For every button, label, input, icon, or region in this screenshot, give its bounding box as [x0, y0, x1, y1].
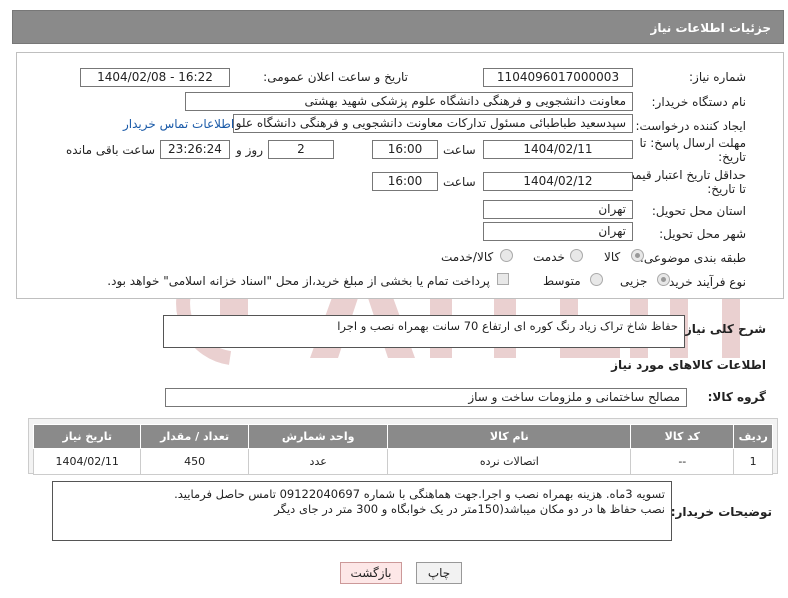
col-code: کد کالا: [630, 424, 735, 449]
buyer-org-field[interactable]: معاونت دانشجویی و فرهنگی دانشگاه علوم پز…: [185, 92, 633, 111]
remaining-time-field[interactable]: 23:26:24: [160, 140, 230, 159]
buyer-notes-line-1: تسویه 3ماه. هزینه بهمراه نصب و اجرا.جهت …: [174, 487, 665, 501]
announce-date-field[interactable]: 1404/02/08 - 16:22: [80, 68, 230, 87]
purchase-radio-minor[interactable]: [657, 273, 670, 286]
creator-label: ایجاد کننده درخواست:: [635, 119, 746, 133]
reply-time-label: ساعت: [443, 143, 476, 157]
category-radio-goods-service[interactable]: [500, 249, 513, 262]
purchase-option-minor: جزیی: [620, 274, 648, 288]
need-number-field[interactable]: 1104096017000003: [483, 68, 633, 87]
col-need-date: تاریخ نیاز: [32, 424, 142, 449]
category-option-service: خدمت: [533, 250, 565, 264]
purchase-radio-medium[interactable]: [590, 273, 603, 286]
price-validity-label-date: تا تاریخ:: [707, 182, 746, 196]
purchase-option-medium: متوسط: [543, 274, 581, 288]
cell-name: اتصالات نرده: [387, 448, 632, 475]
buyer-org-label: نام دستگاه خریدار:: [651, 95, 747, 109]
reply-deadline-label: مهلت ارسال پاسخ: تا: [639, 136, 746, 150]
col-quantity: تعداد / مقدار: [140, 424, 249, 449]
buyer-contact-link[interactable]: اطلاعات تماس خریدار: [123, 117, 234, 131]
need-number-label: شماره نیاز:: [689, 70, 746, 84]
col-name: نام کالا: [387, 424, 632, 449]
buyer-notes-line-2: نصب حفاظ ها در دو مکان میباشد(150متر در …: [274, 502, 665, 516]
creator-field[interactable]: سپدسعید طباطبائی مسئول تدارکات معاونت دا…: [233, 114, 633, 133]
cell-code: --: [630, 448, 735, 475]
table-row[interactable]: 1 -- اتصالات نرده عدد 450 1404/02/11: [32, 448, 773, 475]
price-date-field[interactable]: 1404/02/12: [483, 172, 633, 191]
category-option-goods: کالا: [604, 250, 621, 264]
reply-time-field[interactable]: 16:00: [372, 140, 438, 159]
description-label: شرح کلی نیاز:: [680, 322, 766, 336]
buyer-notes-label: توضیحات خریدار:: [670, 505, 772, 519]
cell-need-date: 1404/02/11: [32, 448, 142, 475]
page-header: جزئیات اطلاعات نیاز: [12, 10, 784, 44]
category-radio-service[interactable]: [570, 249, 583, 262]
category-option-goods-service: کالا/خدمت: [441, 250, 494, 264]
treasury-payment-note: پرداخت تمام یا بخشی از مبلغ خرید،از محل …: [107, 274, 490, 288]
goods-section-title: اطلاعات کالاهای مورد نیاز: [611, 358, 766, 372]
reply-deadline-label-date: تاریخ:: [718, 150, 746, 164]
print-button[interactable]: چاپ: [416, 562, 462, 584]
buyer-notes-textarea[interactable]: تسویه 3ماه. هزینه بهمراه نصب و اجرا.جهت …: [52, 481, 672, 541]
back-button[interactable]: بازگشت: [340, 562, 402, 584]
description-textarea[interactable]: حفاظ شاخ تراک زیاد رنگ کوره ای ارتفاع 70…: [163, 315, 685, 348]
price-time-field[interactable]: 16:00: [372, 172, 438, 191]
goods-group-field[interactable]: مصالح ساختمانی و ملزومات ساخت و ساز: [165, 388, 687, 407]
goods-group-label: گروه کالا:: [707, 390, 766, 404]
goods-table: ردیف کد کالا نام کالا واحد شمارش تعداد /…: [32, 424, 773, 475]
purchase-type-label: نوع فرآیند خرید :: [661, 275, 746, 289]
remaining-time-label: ساعت باقی مانده: [66, 143, 156, 157]
days-remaining-field[interactable]: 2: [268, 140, 334, 159]
category-radio-goods[interactable]: [631, 249, 644, 262]
category-label: طبقه بندی موضوعی:: [639, 251, 746, 265]
cell-quantity: 450: [140, 448, 249, 475]
reply-date-field[interactable]: 1404/02/11: [483, 140, 633, 159]
col-unit: واحد شمارش: [247, 424, 389, 449]
province-label: استان محل تحویل:: [651, 204, 746, 218]
cell-unit: عدد: [247, 448, 389, 475]
days-label: روز و: [236, 143, 263, 157]
province-field[interactable]: تهران: [483, 200, 633, 219]
city-field[interactable]: تهران: [483, 222, 633, 241]
price-validity-label: حداقل تاریخ اعتبار قیمت:: [619, 168, 746, 182]
announce-date-label: تاریخ و ساعت اعلان عمومی:: [263, 70, 408, 84]
page-title: جزئیات اطلاعات نیاز: [650, 21, 771, 35]
treasury-payment-checkbox[interactable]: [497, 273, 509, 285]
col-row: ردیف: [733, 424, 773, 449]
price-time-label: ساعت: [443, 175, 476, 189]
city-label: شهر محل تحویل:: [659, 227, 746, 241]
goods-table-header: ردیف کد کالا نام کالا واحد شمارش تعداد /…: [32, 424, 773, 449]
cell-row: 1: [733, 448, 773, 475]
